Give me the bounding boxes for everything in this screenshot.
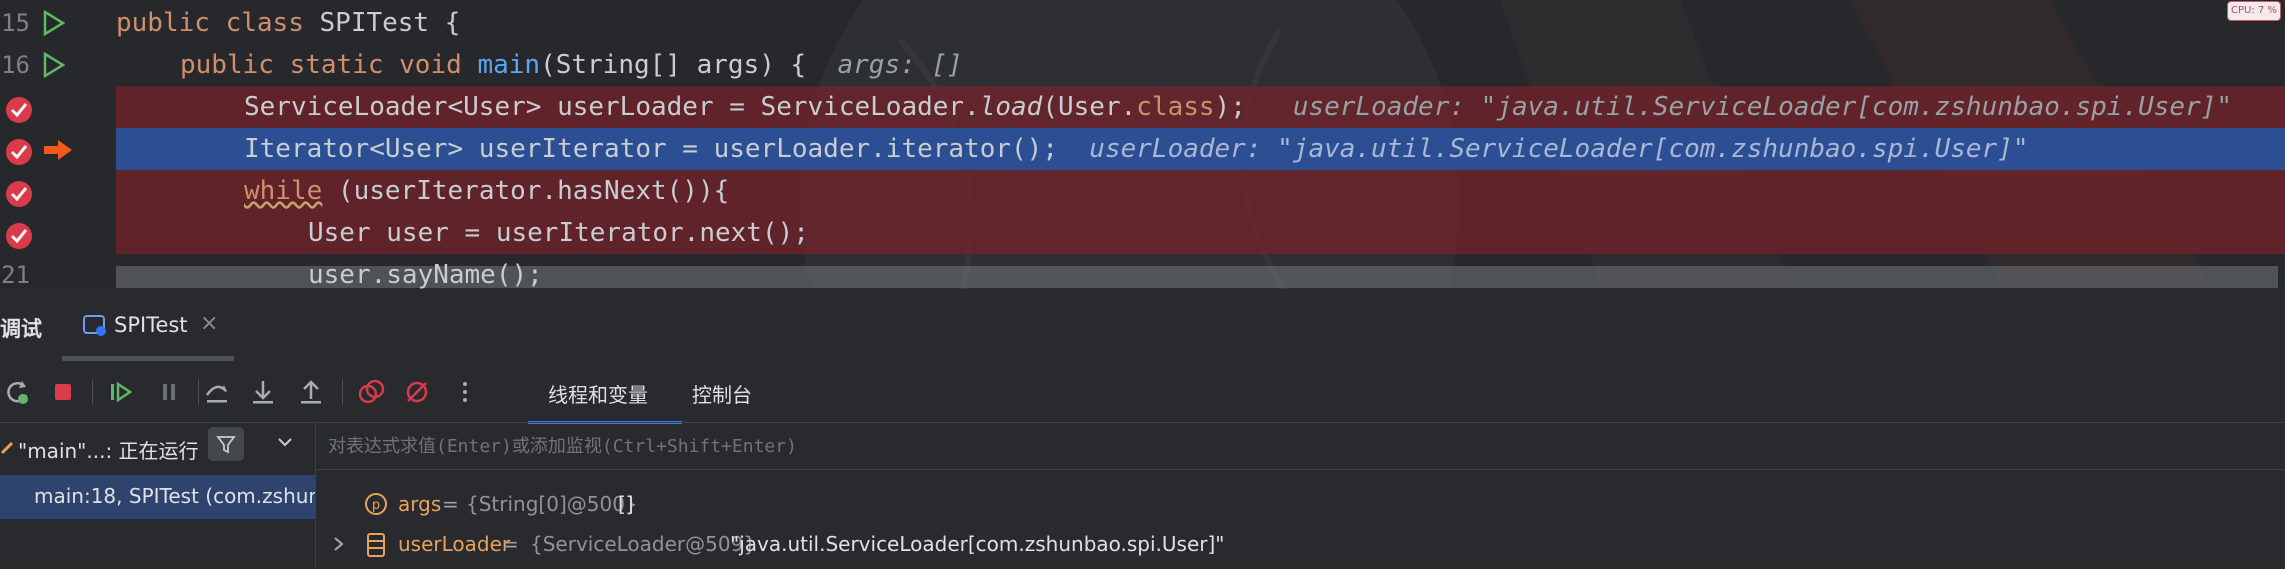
step-into-icon[interactable] [248, 377, 278, 407]
frames-panel: "main"...: 正在运行 main:18, SPITest (com.zs… [0, 423, 316, 569]
code-text: ServiceLoader<User> userLoader = Service… [244, 92, 2233, 122]
rerun-icon[interactable] [2, 377, 32, 407]
code-text: public class SPITest { [116, 8, 461, 38]
code-text: while (userIterator.hasNext()){ [244, 176, 730, 206]
toolbar-separator [198, 379, 199, 405]
variable-type: {ServiceLoader@509} [530, 532, 757, 556]
breakpoint-icon[interactable] [4, 137, 34, 167]
line-number: 16 [1, 51, 30, 79]
run-gutter-icon[interactable] [42, 52, 66, 78]
variable-value: [] [618, 492, 634, 516]
code-line-16[interactable]: 16 public static void main(String[] args… [0, 44, 2285, 86]
code-text: Iterator<User> userIterator = userLoader… [244, 134, 2029, 164]
code-line-21[interactable]: 21 user.sayName(); [0, 254, 2285, 289]
variable-name: userLoader [398, 532, 511, 556]
variable-row-userloader[interactable]: userLoader = {ServiceLoader@509} "java.u… [316, 524, 2285, 564]
breakpoint-icon[interactable] [4, 179, 34, 209]
breakpoint-icon[interactable] [4, 221, 34, 251]
thread-running-icon [0, 441, 14, 455]
thread-label: "main"...: 正在运行 [18, 439, 199, 463]
more-options-icon[interactable] [450, 377, 480, 407]
code-text: public static void main(String[] args) {… [180, 50, 963, 80]
tab-threads-variables[interactable]: 线程和变量 [548, 379, 648, 408]
inline-value-hint: userLoader: "java.util.ServiceLoader[com… [1089, 134, 2029, 164]
chevron-down-icon[interactable] [276, 433, 294, 451]
code-line-17[interactable]: ServiceLoader<User> userLoader = Service… [0, 86, 2285, 128]
code-text: User user = userIterator.next(); [308, 218, 809, 248]
execution-point-arrow-icon [44, 140, 72, 160]
mute-breakpoints-icon[interactable] [402, 377, 432, 407]
cpu-indicator: CPU: 7 % [2227, 1, 2281, 21]
variable-value: "java.util.ServiceLoader[com.zshunbao.sp… [730, 532, 1225, 556]
code-line-19[interactable]: while (userIterator.hasNext()){ [0, 170, 2285, 212]
step-over-icon[interactable] [202, 377, 232, 407]
evaluate-expression-input[interactable] [326, 429, 2230, 463]
variable-equals: = [442, 492, 459, 516]
toolbar-separator [342, 379, 343, 405]
run-config-icon [83, 315, 106, 336]
view-breakpoints-icon[interactable] [356, 377, 386, 407]
field-icon [367, 533, 385, 557]
frame-label: main:18, SPITest (com.zshunbao.spi) [34, 484, 315, 508]
pause-icon[interactable] [154, 377, 184, 407]
resume-icon[interactable] [106, 377, 136, 407]
line-number: 21 [1, 261, 30, 289]
code-editor[interactable]: 15 public class SPITest { 16 public stat… [0, 0, 2285, 289]
stack-frame-item[interactable]: main:18, SPITest (com.zshunbao.spi) [0, 475, 315, 519]
inline-value-hint: args: [] [837, 50, 963, 80]
parameter-icon: p [365, 493, 387, 515]
filter-button[interactable] [208, 427, 244, 461]
filter-icon [216, 436, 236, 454]
variable-name: args [398, 492, 442, 516]
close-icon[interactable]: × [200, 311, 218, 336]
line-number: 15 [1, 9, 30, 37]
stop-icon[interactable] [48, 377, 78, 407]
debug-tabs-bar: 调试 SPITest × [0, 289, 2285, 361]
debug-toolbar: 线程和变量 控制台 [0, 361, 2285, 424]
expand-chevron-icon[interactable] [332, 536, 346, 552]
code-text: user.sayName(); [308, 260, 543, 289]
variable-type: {String[0]@500} [466, 492, 638, 516]
code-line-20[interactable]: User user = userIterator.next(); [0, 212, 2285, 254]
tool-window-title: 调试 [0, 317, 42, 341]
tab-console[interactable]: 控制台 [692, 379, 752, 408]
debug-tool-window: 调试 SPITest × 线程和变量 控制台 "main"...: 正在运行 m… [0, 289, 2285, 569]
breakpoint-icon[interactable] [4, 95, 34, 125]
variable-equals: = [502, 532, 519, 556]
run-gutter-icon[interactable] [42, 10, 66, 36]
inline-value-hint: userLoader: "java.util.ServiceLoader[com… [1292, 92, 2233, 122]
toolbar-separator [92, 379, 93, 405]
step-out-icon[interactable] [296, 377, 326, 407]
svg-text:p: p [372, 498, 380, 513]
variable-row-args[interactable]: p args = {String[0]@500} [] [316, 484, 2285, 524]
evaluate-expression-bar [316, 423, 2285, 470]
code-line-18-current[interactable]: Iterator<User> userIterator = userLoader… [0, 128, 2285, 170]
tab-label: SPITest [114, 313, 188, 337]
code-line-15[interactable]: 15 public class SPITest { [0, 2, 2285, 44]
thread-selector[interactable]: "main"...: 正在运行 [0, 427, 315, 467]
